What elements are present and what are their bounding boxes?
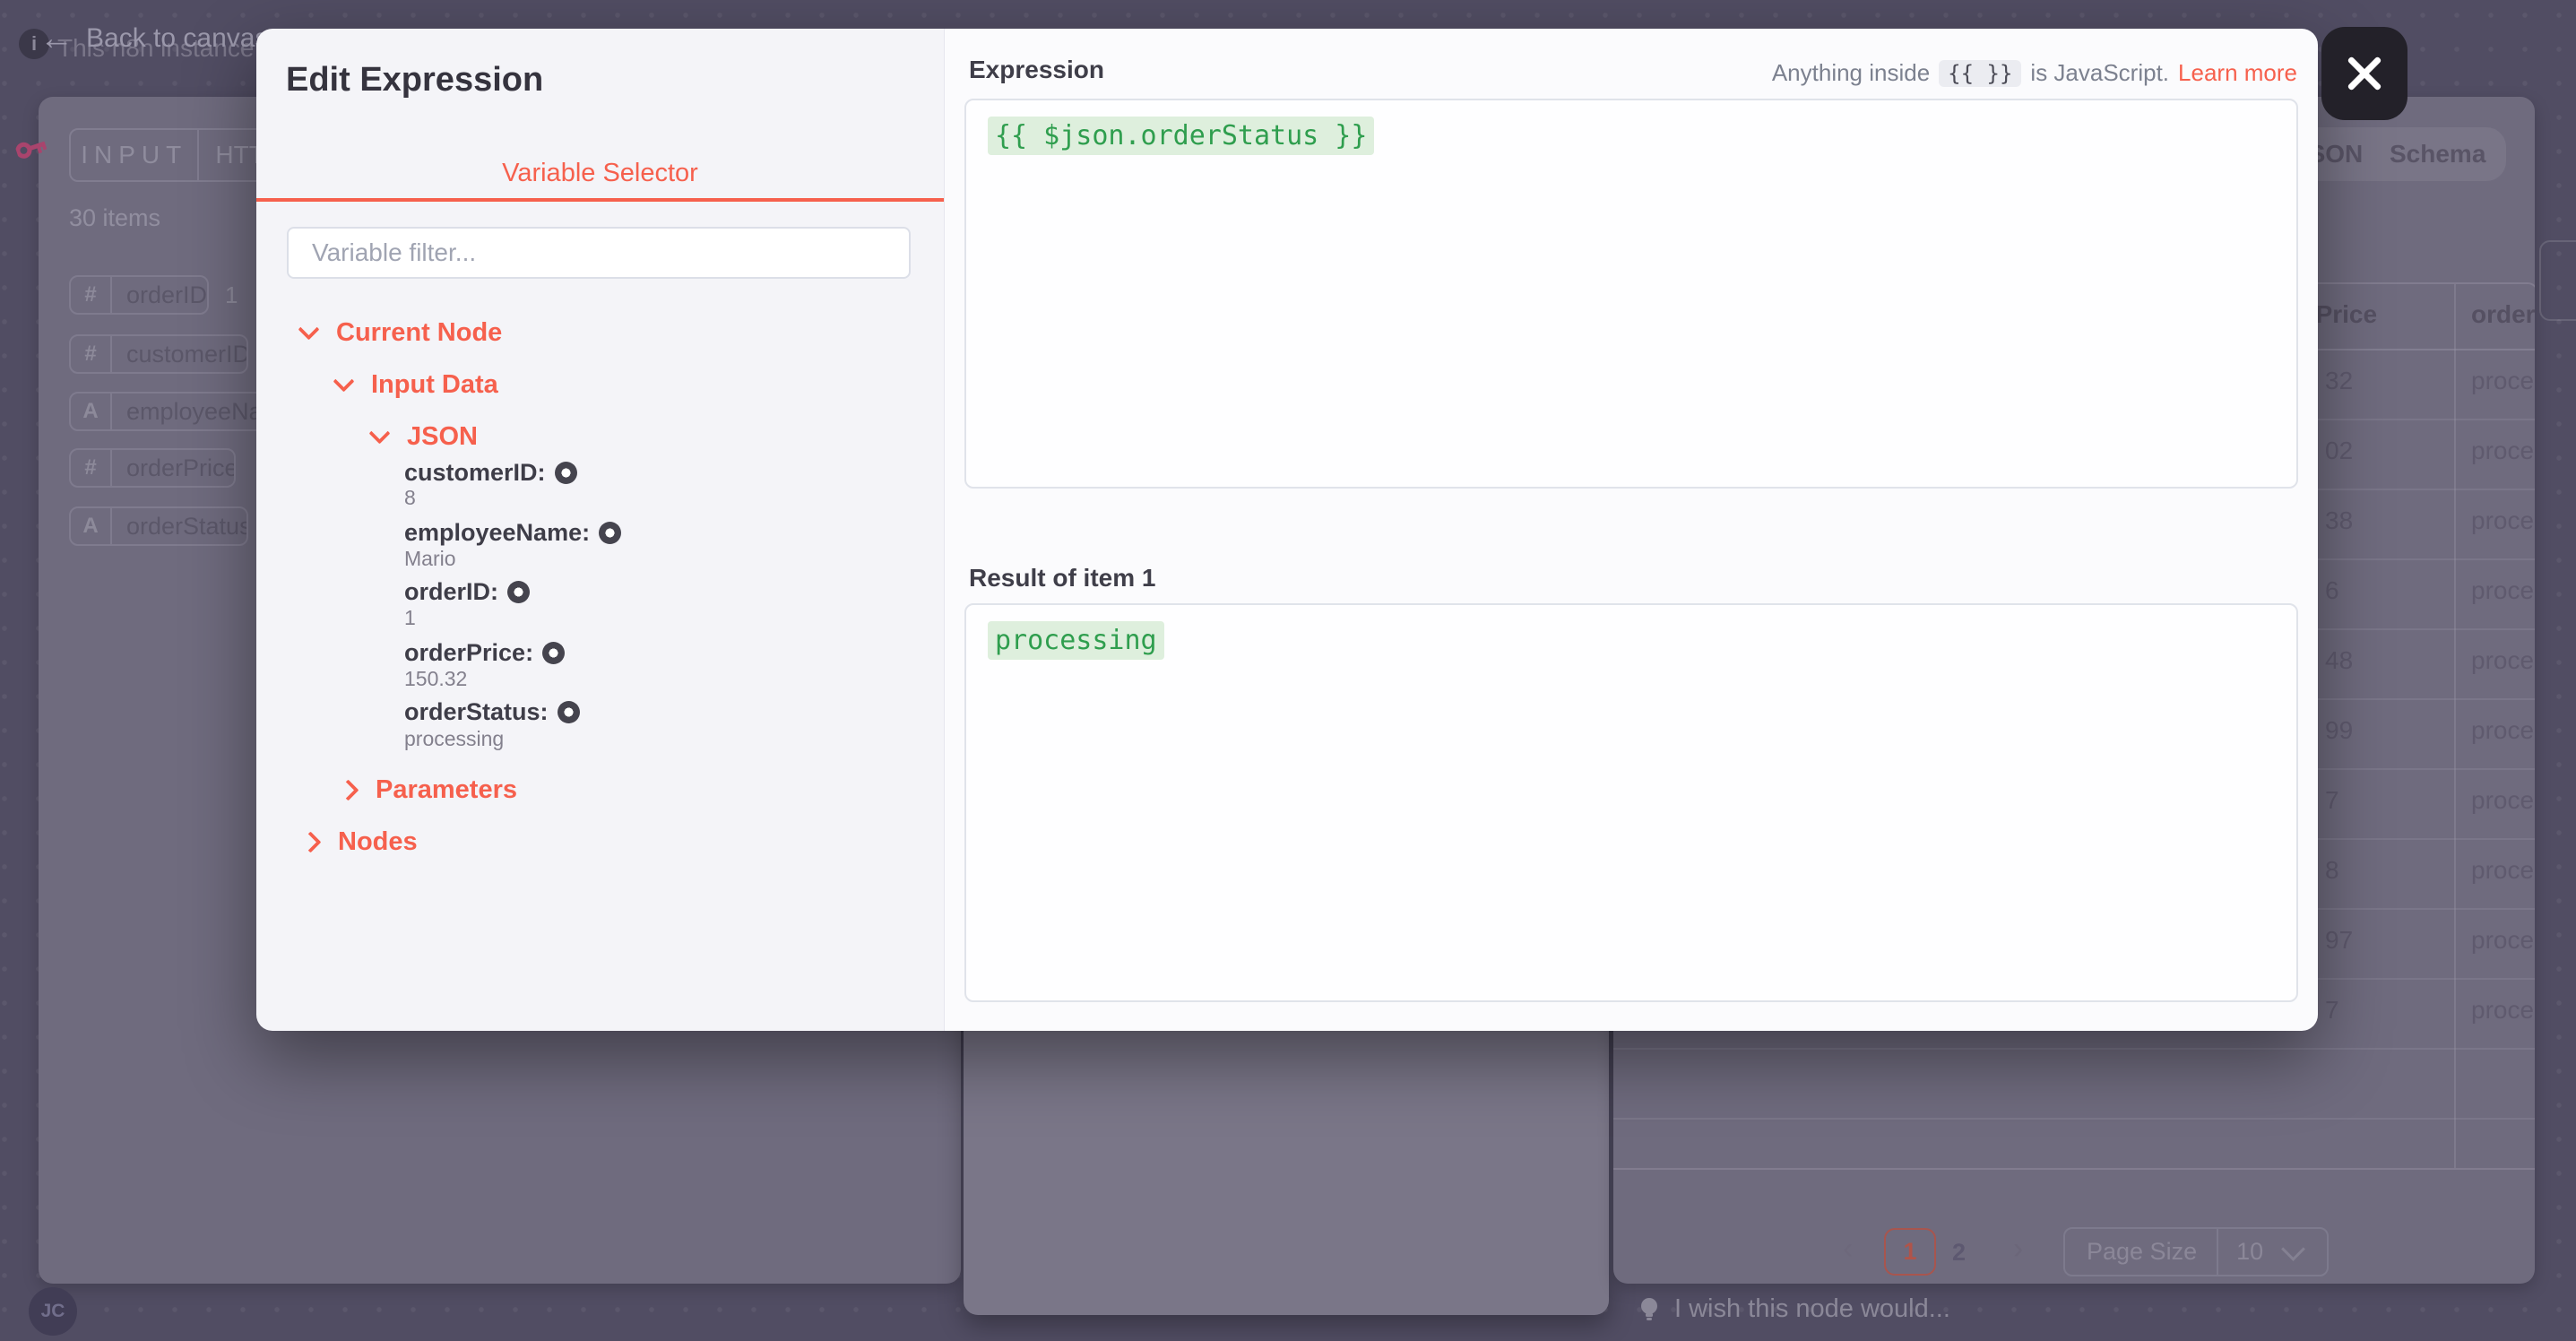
chevron-down-icon xyxy=(2281,1237,2305,1261)
variable-filter-input[interactable] xyxy=(287,227,911,279)
tree-item-input-data[interactable]: Input Data xyxy=(336,370,498,400)
learn-more-link[interactable]: Learn more xyxy=(2178,59,2297,87)
page-2-button[interactable]: 2 xyxy=(1952,1239,1966,1267)
active-tab-underline xyxy=(256,198,944,202)
next-page-icon[interactable]: › xyxy=(2013,1233,2023,1264)
tree-field-value: 150.32 xyxy=(404,667,467,691)
drag-handle-icon[interactable] xyxy=(599,522,621,544)
schema-row[interactable]: A orderStatus xyxy=(69,506,248,546)
number-type-icon: # xyxy=(71,336,112,372)
table-row-empty xyxy=(1613,1050,2535,1120)
canvas-control xyxy=(2539,240,2576,321)
back-to-canvas-button[interactable]: ← Back to canvas xyxy=(39,22,268,56)
chevron-down-icon xyxy=(333,370,354,392)
result-viewer: processing xyxy=(964,603,2298,1002)
tree-field-value: 1 xyxy=(404,606,416,630)
schema-row[interactable]: # orderPrice xyxy=(69,448,236,488)
col-header-orderstatus: orderStatus xyxy=(2471,300,2535,329)
tree-field-orderid[interactable]: orderID: xyxy=(404,578,530,606)
chevron-down-icon xyxy=(298,318,319,340)
expression-editor[interactable]: {{ $json.orderStatus }} xyxy=(964,99,2298,489)
drag-handle-icon[interactable] xyxy=(507,581,530,603)
tab-schema[interactable]: Schema xyxy=(2390,140,2485,169)
tree-field-value: Mario xyxy=(404,547,456,571)
schema-row[interactable]: # orderID xyxy=(69,275,209,315)
page-size-select[interactable]: Page Size 10 xyxy=(2063,1227,2329,1276)
table-row-empty xyxy=(1613,1120,2535,1170)
page-1-button[interactable]: 1 xyxy=(1884,1228,1936,1276)
tree-field-customerid[interactable]: customerID: xyxy=(404,459,577,487)
tree-field-value: 8 xyxy=(404,486,416,510)
wish-node-input[interactable]: I wish this node would... xyxy=(1638,1294,1950,1324)
chevron-down-icon xyxy=(368,422,390,444)
close-button[interactable] xyxy=(2321,27,2407,120)
variable-selector-pane: Edit Expression Variable Selector Curren… xyxy=(256,29,945,1031)
tree-field-value: processing xyxy=(404,727,504,751)
chevron-right-icon xyxy=(337,779,359,800)
back-arrow-icon: ← xyxy=(39,22,73,56)
string-type-icon: A xyxy=(71,394,112,429)
expression-heading: Expression xyxy=(969,56,1104,84)
tab-input[interactable]: INPUT xyxy=(71,130,199,180)
tree-field-employeename[interactable]: employeeName: xyxy=(404,519,621,547)
tree-item-parameters[interactable]: Parameters xyxy=(341,775,517,805)
tab-variable-selector[interactable]: Variable Selector xyxy=(256,159,944,188)
result-value: processing xyxy=(988,621,1164,660)
tree-field-orderstatus[interactable]: orderStatus: xyxy=(404,698,580,726)
schema-row-value: 1 xyxy=(225,281,238,309)
n8n-app: i This n8n instance is ← Back to canvas … xyxy=(0,0,2576,1341)
tree-item-nodes[interactable]: Nodes xyxy=(303,827,418,857)
lightbulb-icon xyxy=(1638,1296,1660,1323)
tree-field-orderprice[interactable]: orderPrice: xyxy=(404,639,565,667)
string-type-icon: A xyxy=(71,508,112,544)
result-heading: Result of item 1 xyxy=(969,564,1155,593)
expression-code[interactable]: {{ $json.orderStatus }} xyxy=(988,117,1374,155)
braces-chip: {{ }} xyxy=(1939,60,2021,87)
schema-row[interactable]: # customerID xyxy=(69,334,248,374)
expression-hint: Anything inside {{ }} is JavaScript. Lea… xyxy=(1772,59,2297,87)
items-count: 30 items xyxy=(69,204,160,232)
tree-item-json[interactable]: JSON xyxy=(372,422,478,452)
chevron-right-icon xyxy=(299,831,321,852)
expression-pane: Expression Anything inside {{ }} is Java… xyxy=(945,29,2318,1031)
tree-item-current-node[interactable]: Current Node xyxy=(301,318,502,348)
number-type-icon: # xyxy=(71,450,112,486)
number-type-icon: # xyxy=(71,277,112,313)
modal-title: Edit Expression xyxy=(286,61,543,99)
drag-handle-icon[interactable] xyxy=(555,462,577,484)
drag-handle-icon[interactable] xyxy=(542,642,565,664)
user-avatar[interactable]: JC xyxy=(29,1287,77,1336)
prev-page-icon[interactable]: ‹ xyxy=(1843,1233,1853,1264)
edit-expression-modal: Edit Expression Variable Selector Curren… xyxy=(256,29,2318,1031)
back-to-canvas-label: Back to canvas xyxy=(86,23,268,54)
drag-handle-icon[interactable] xyxy=(558,701,580,723)
